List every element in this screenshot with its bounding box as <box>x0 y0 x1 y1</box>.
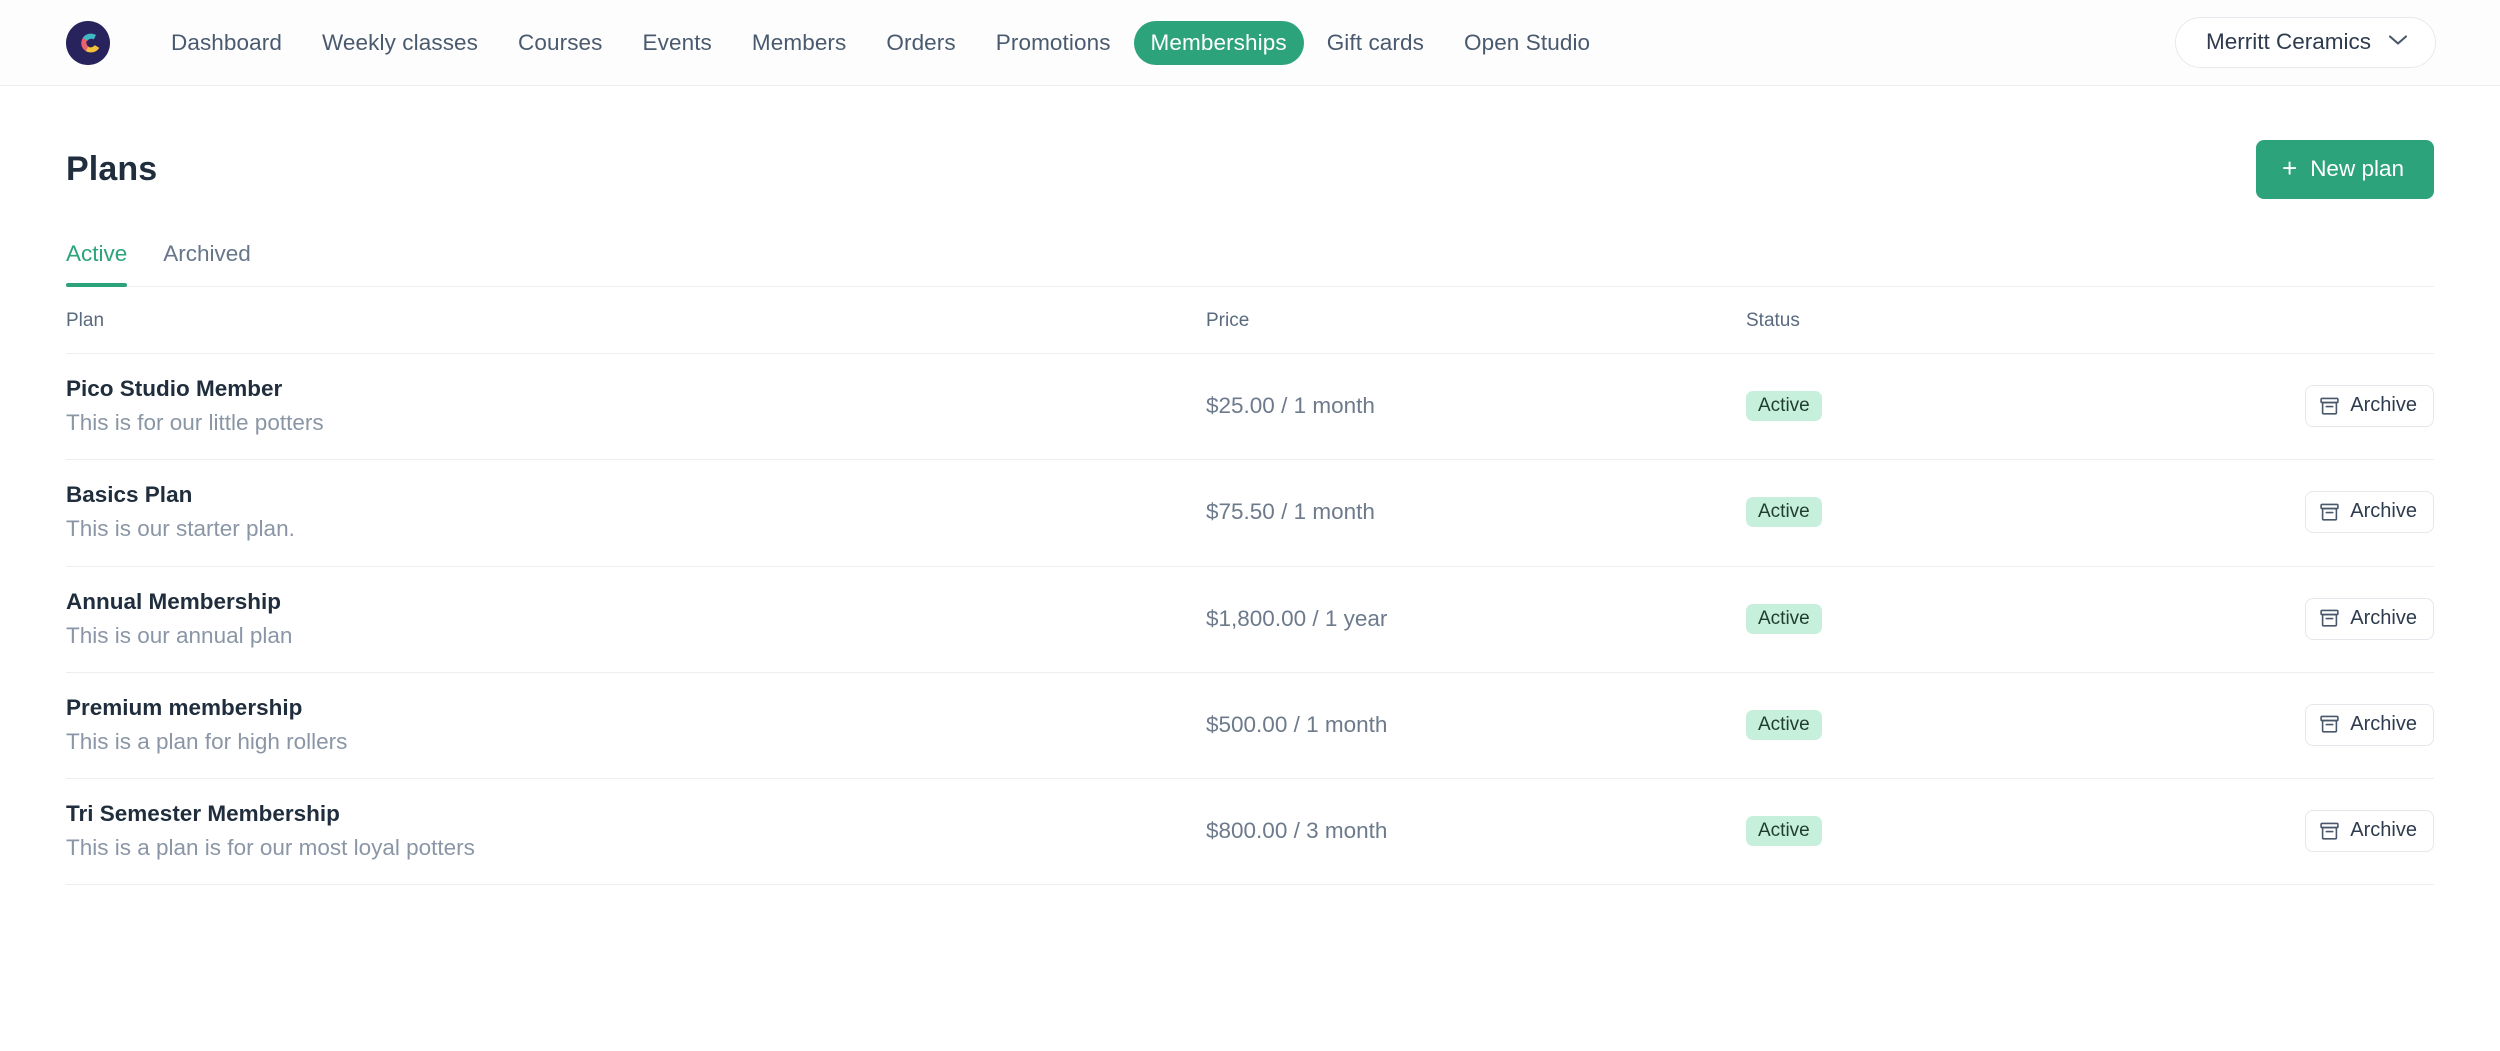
plan-actions-cell: Archive <box>2226 566 2434 672</box>
plan-description: This is our annual plan <box>66 621 1206 651</box>
page-content: Plans + New plan Active Archived Plan Pr… <box>0 86 2500 885</box>
chevron-down-icon <box>2388 33 2408 51</box>
new-plan-button-label: New plan <box>2310 156 2404 182</box>
plan-status-cell: Active <box>1746 460 2226 566</box>
plans-table: Plan Price Status Pico Studio Member Thi… <box>66 287 2434 885</box>
nav-item-orders[interactable]: Orders <box>869 21 972 65</box>
archive-box-icon <box>2320 715 2339 733</box>
archive-button-label: Archive <box>2350 394 2417 417</box>
archive-button[interactable]: Archive <box>2305 810 2434 852</box>
plan-price: $25.00 / 1 month <box>1206 354 1746 460</box>
archive-button[interactable]: Archive <box>2305 385 2434 427</box>
plus-icon: + <box>2282 155 2297 181</box>
plan-status-tabs: Active Archived <box>66 241 2434 287</box>
plan-name: Pico Studio Member <box>66 374 1206 404</box>
plan-name: Premium membership <box>66 693 1206 723</box>
nav-item-open-studio[interactable]: Open Studio <box>1447 21 1607 65</box>
archive-button[interactable]: Archive <box>2305 491 2434 533</box>
archive-box-icon <box>2320 609 2339 627</box>
archive-box-icon <box>2320 503 2339 521</box>
column-header-plan: Plan <box>66 287 1206 354</box>
table-header-row: Plan Price Status <box>66 287 2434 354</box>
nav-item-gift-cards[interactable]: Gift cards <box>1310 21 1441 65</box>
status-badge: Active <box>1746 604 1822 634</box>
table-row[interactable]: Premium membership This is a plan for hi… <box>66 672 2434 778</box>
main-nav-links: Dashboard Weekly classes Courses Events … <box>154 21 1607 65</box>
column-header-status: Status <box>1746 287 2226 354</box>
new-plan-button[interactable]: + New plan <box>2256 140 2434 199</box>
plan-actions-cell: Archive <box>2226 672 2434 778</box>
table-row[interactable]: Pico Studio Member This is for our littl… <box>66 354 2434 460</box>
page-header-row: Plans + New plan <box>66 86 2434 199</box>
plans-table-body: Pico Studio Member This is for our littl… <box>66 354 2434 885</box>
archive-box-icon <box>2320 822 2339 840</box>
column-header-price: Price <box>1206 287 1746 354</box>
table-row[interactable]: Annual Membership This is our annual pla… <box>66 566 2434 672</box>
top-navigation-bar: Dashboard Weekly classes Courses Events … <box>0 0 2500 86</box>
plan-actions-cell: Archive <box>2226 460 2434 566</box>
pottery-c-logo-icon[interactable] <box>66 21 110 65</box>
plan-status-cell: Active <box>1746 672 2226 778</box>
plan-actions-cell: Archive <box>2226 354 2434 460</box>
status-badge: Active <box>1746 710 1822 740</box>
plan-cell: Basics Plan This is our starter plan. <box>66 460 1206 566</box>
tab-archived[interactable]: Archived <box>163 241 251 286</box>
plan-status-cell: Active <box>1746 779 2226 885</box>
archive-box-icon <box>2320 397 2339 415</box>
status-badge: Active <box>1746 391 1822 421</box>
nav-item-memberships[interactable]: Memberships <box>1134 21 1304 65</box>
account-name: Merritt Ceramics <box>2206 29 2371 55</box>
table-row[interactable]: Tri Semester Membership This is a plan i… <box>66 779 2434 885</box>
plan-name: Basics Plan <box>66 480 1206 510</box>
nav-item-events[interactable]: Events <box>626 21 729 65</box>
archive-button-label: Archive <box>2350 713 2417 736</box>
plans-table-head: Plan Price Status <box>66 287 2434 354</box>
plan-name: Annual Membership <box>66 587 1206 617</box>
plan-name: Tri Semester Membership <box>66 799 1206 829</box>
plan-cell: Annual Membership This is our annual pla… <box>66 566 1206 672</box>
tab-active[interactable]: Active <box>66 241 127 286</box>
plan-cell: Tri Semester Membership This is a plan i… <box>66 779 1206 885</box>
status-badge: Active <box>1746 497 1822 527</box>
column-header-actions <box>2226 287 2434 354</box>
nav-item-members[interactable]: Members <box>735 21 863 65</box>
nav-item-promotions[interactable]: Promotions <box>979 21 1128 65</box>
archive-button[interactable]: Archive <box>2305 704 2434 746</box>
nav-item-dashboard[interactable]: Dashboard <box>154 21 299 65</box>
plan-cell: Pico Studio Member This is for our littl… <box>66 354 1206 460</box>
archive-button[interactable]: Archive <box>2305 598 2434 640</box>
plan-price: $75.50 / 1 month <box>1206 460 1746 566</box>
plan-description: This is a plan for high rollers <box>66 727 1206 757</box>
nav-item-courses[interactable]: Courses <box>501 21 619 65</box>
status-badge: Active <box>1746 816 1822 846</box>
plan-actions-cell: Archive <box>2226 779 2434 885</box>
plan-description: This is for our little potters <box>66 408 1206 438</box>
plan-description: This is our starter plan. <box>66 514 1206 544</box>
account-switcher-button[interactable]: Merritt Ceramics <box>2175 17 2436 68</box>
plan-status-cell: Active <box>1746 354 2226 460</box>
table-row[interactable]: Basics Plan This is our starter plan. $7… <box>66 460 2434 566</box>
plan-price: $500.00 / 1 month <box>1206 672 1746 778</box>
nav-item-weekly-classes[interactable]: Weekly classes <box>305 21 495 65</box>
plan-cell: Premium membership This is a plan for hi… <box>66 672 1206 778</box>
page-title: Plans <box>66 150 157 189</box>
archive-button-label: Archive <box>2350 819 2417 842</box>
plan-description: This is a plan is for our most loyal pot… <box>66 833 1206 863</box>
archive-button-label: Archive <box>2350 607 2417 630</box>
archive-button-label: Archive <box>2350 500 2417 523</box>
plan-price: $1,800.00 / 1 year <box>1206 566 1746 672</box>
plan-status-cell: Active <box>1746 566 2226 672</box>
plan-price: $800.00 / 3 month <box>1206 779 1746 885</box>
